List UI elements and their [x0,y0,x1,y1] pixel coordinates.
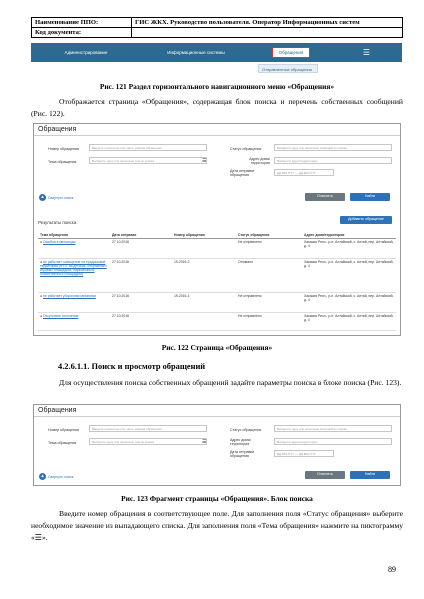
cell-number: 19-2016-1 [172,292,236,313]
paragraph-3-text: Введите номер обращения в соответствующе… [31,509,403,542]
nav-item-administration[interactable]: Администрирование [31,50,141,55]
label-number: Номер обращения [48,428,79,432]
cell-address: Хакасия Респ., р-н. Алтайский, с. Алтай,… [302,292,396,313]
section-title: 4.2.6.1.1. Поиск и просмотр обращений [58,362,206,371]
label-topic: Тема обращения [48,160,77,164]
collapse-search-icon[interactable]: ▴ [39,194,46,201]
table-row[interactable]: ● Ошибка в квитанции 27.10.2016 Не отпра… [38,238,396,259]
label-date: Дата отправки обращения [230,450,254,458]
table-row[interactable]: ● не работает освещение на придомовой те… [38,258,396,293]
address-input[interactable]: Выберите адрес/территорию [274,157,392,164]
horizontal-nav-menu: Администрирование Информационные системы… [31,43,402,62]
cell-status: Не отправлено [236,238,302,259]
collapse-search-link[interactable]: Свернуть поиск [48,475,73,479]
cell-address: Хакасия Респ., р-н. Алтайский, с. Алтай,… [302,312,396,331]
cell-status: Отозвано [236,258,302,293]
collapse-search-link[interactable]: Свернуть поиск [48,196,73,200]
topic-list-icon[interactable]: ☰ [202,158,206,164]
label-address: Адрес дома/ территория [249,157,270,165]
figure-121-caption: Рис. 121 Раздел горизонтального навигаци… [99,82,335,91]
appeals-page-screenshot: Обращения Номер обращения Введите полнос… [33,123,401,336]
label-topic: Тема обращения [48,441,77,445]
nav-item-info-systems[interactable]: Информационные системы [141,50,251,55]
date-range-input[interactable]: ДД.ММ.ГГГГ — ДД.ММ.ГГГГ [274,450,334,457]
results-title: Результаты поиска [38,220,77,225]
panel-title: Обращения [34,124,400,136]
cell-address: Хакасия Респ., р-н. Алтайский, с. Алтай,… [302,258,396,293]
clear-button[interactable]: Очистить [305,193,345,201]
cell-status: Не отправлено [236,312,302,331]
table-row[interactable]: ● не работает уборочная механизм 27.10.2… [38,292,396,313]
find-button[interactable]: Найти [350,193,390,201]
topic-list-icon[interactable]: ☰ [202,439,206,445]
status-select[interactable]: Выберите одну или несколько значений из … [274,425,392,432]
date-range-input[interactable]: ДД.ММ.ГГГГ — ДД.ММ.ГГГГ [274,169,334,176]
header-label-code: Код документа: [31,27,132,38]
topic-input[interactable]: Выберите одну или несколько тем из списк… [89,157,207,164]
figure-123-caption: Рис. 123 Фрагмент страницы «Обращения». … [121,494,313,503]
number-input[interactable]: Введите полностью или часть номера обращ… [89,425,207,432]
cell-number: 19-2016-2 [172,258,236,293]
header-value-ppo: ГИС ЖКХ. Руководство пользователя. Опера… [131,17,403,28]
cell-date: 27.10.2016 [110,312,172,331]
topic-input[interactable]: Выберите одну или несколько тем из списк… [89,438,207,445]
cell-number [172,238,236,259]
label-status: Статус обращения [230,147,262,151]
label-address: Адрес дома/ территория [230,438,251,446]
hamburger-icon: ☰ [34,533,42,542]
number-input[interactable]: Введите полностью или часть номера обращ… [89,144,207,151]
cell-status: Не отправлено [236,292,302,313]
topic-link[interactable]: Отсутствие отопления [43,314,78,318]
label-date: Дата отправки обращения [230,169,254,177]
topic-link[interactable]: не работает освещение на придомовой терр… [40,260,107,276]
header-label-ppo: Наименование ППО: [31,17,132,28]
collapse-search-icon[interactable]: ▴ [39,473,46,480]
document-header-table: Наименование ППО: ГИС ЖКХ. Руководство п… [31,17,403,38]
cell-number [172,312,236,331]
topic-link[interactable]: не работает уборочная механизм [43,294,96,298]
find-button[interactable]: Найти [350,471,390,479]
paragraph-2: Для осуществления поиска собственных обр… [59,378,402,387]
hamburger-icon[interactable]: ☰ [331,48,402,57]
header-value-code [131,27,403,38]
paragraph-3-end: ». [41,533,48,542]
search-block-screenshot: Обращения Номер обращения Введите полнос… [33,404,401,486]
cell-date: 27.10.2016 [110,258,172,293]
topic-link[interactable]: Ошибка в квитанции [43,240,76,244]
address-input[interactable]: Выберите адрес/территорию [274,438,392,445]
label-number: Номер обращения [48,147,79,151]
clear-button[interactable]: Очистить [305,471,345,479]
table-row[interactable]: ● Отсутствие отопления 27.10.2016 Не отп… [38,312,396,331]
cell-date: 27.10.2016 [110,238,172,259]
label-status: Статус обращения [230,428,262,432]
cell-date: 27.10.2016 [110,292,172,313]
results-table: Тема обращения Дата отправки Номер обращ… [38,232,396,331]
panel-title: Обращения [34,405,400,417]
add-appeal-button[interactable]: Добавить обращение [340,216,392,224]
nav-item-appeals[interactable]: Обращения [271,47,311,58]
page-number: 89 [388,565,396,574]
status-select[interactable]: Выберите одну или несколько значений из … [274,144,392,151]
paragraph-3: Введите номер обращения в соответствующе… [31,508,403,544]
paragraph-1: Отображается страница «Обращения», содер… [31,97,403,118]
cell-address: Хакасия Респ., р-н. Алтайский, с. Алтай,… [302,238,396,259]
figure-122-caption: Рис. 122 Страница «Обращения» [161,343,273,352]
nav-dropdown-sent-appeals[interactable]: Отправленные обращения [258,64,318,73]
